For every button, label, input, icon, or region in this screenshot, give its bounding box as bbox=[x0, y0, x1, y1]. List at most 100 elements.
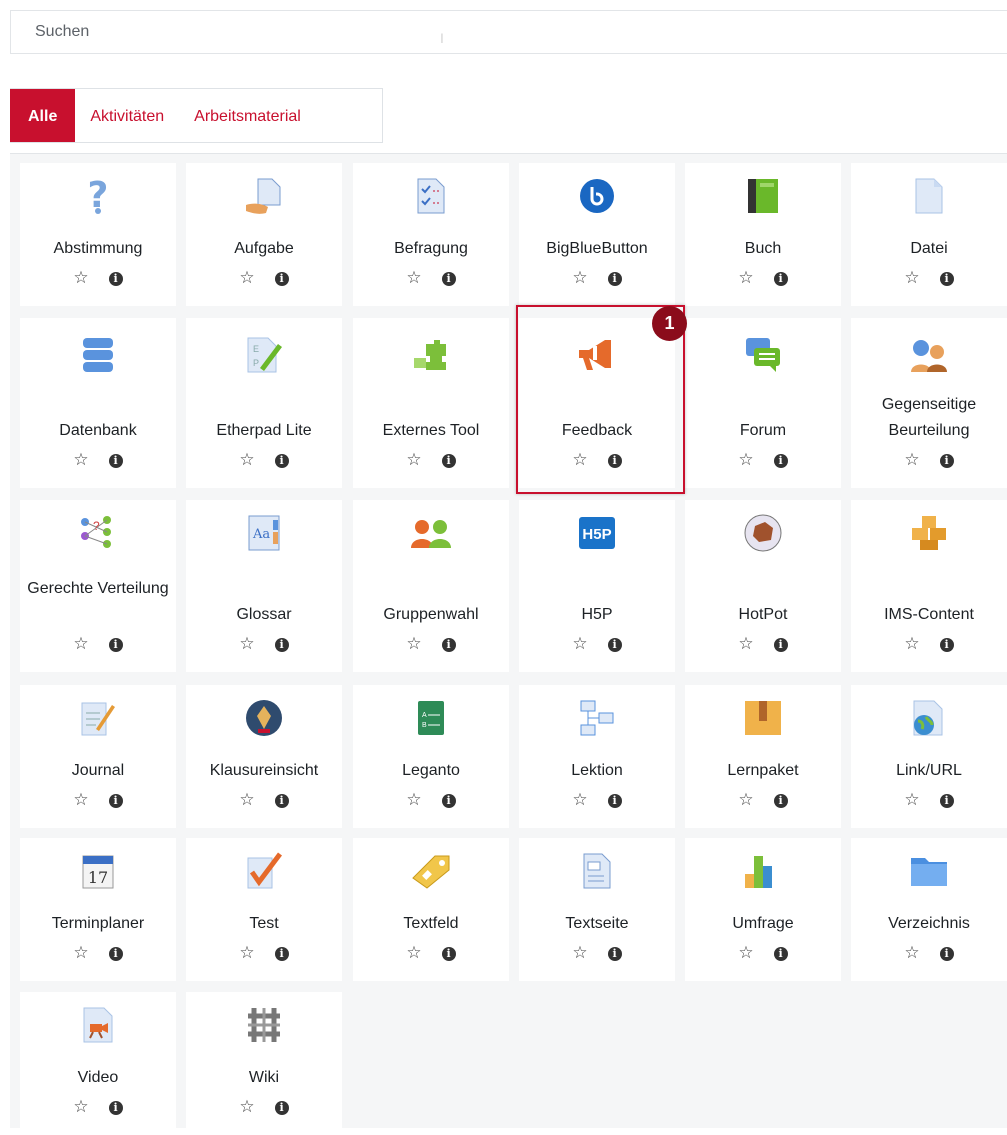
star-outline-icon[interactable]: ☆ bbox=[904, 790, 919, 810]
module-tile-video[interactable]: Video ☆ i bbox=[20, 992, 176, 1135]
module-tile-buch[interactable]: Buch ☆ i bbox=[685, 163, 841, 306]
star-outline-icon[interactable]: ☆ bbox=[73, 450, 88, 470]
module-tile-gruppenwahl[interactable]: Gruppenwahl ☆ i bbox=[353, 500, 509, 672]
module-tile-terminplaner[interactable]: 17 Terminplaner ☆ i bbox=[20, 838, 176, 981]
info-icon[interactable]: i bbox=[274, 272, 289, 286]
info-icon[interactable]: i bbox=[441, 638, 456, 652]
info-icon[interactable]: i bbox=[441, 454, 456, 468]
module-tile-lektion[interactable]: Lektion ☆ i bbox=[519, 685, 675, 828]
star-outline-icon[interactable]: ☆ bbox=[738, 790, 753, 810]
star-outline-icon[interactable]: ☆ bbox=[738, 943, 753, 963]
module-tile-verzeichnis[interactable]: Verzeichnis ☆ i bbox=[851, 838, 1007, 981]
star-outline-icon[interactable]: ☆ bbox=[904, 450, 919, 470]
star-outline-icon[interactable]: ☆ bbox=[738, 634, 753, 654]
info-icon[interactable]: i bbox=[108, 947, 123, 961]
info-icon[interactable]: i bbox=[773, 947, 788, 961]
module-tile-link-url[interactable]: Link/URL ☆ i bbox=[851, 685, 1007, 828]
module-tile-test[interactable]: Test ☆ i bbox=[186, 838, 342, 981]
info-icon[interactable]: i bbox=[441, 947, 456, 961]
info-icon[interactable]: i bbox=[773, 794, 788, 808]
info-icon[interactable]: i bbox=[108, 794, 123, 808]
info-icon[interactable]: i bbox=[108, 1101, 123, 1115]
info-icon[interactable]: i bbox=[274, 638, 289, 652]
module-tile-wiki[interactable]: Wiki ☆ i bbox=[186, 992, 342, 1135]
star-outline-icon[interactable]: ☆ bbox=[73, 790, 88, 810]
info-icon[interactable]: i bbox=[274, 454, 289, 468]
info-icon[interactable]: i bbox=[773, 638, 788, 652]
star-outline-icon[interactable]: ☆ bbox=[239, 943, 254, 963]
module-tile-klausureinsicht[interactable]: Klausureinsicht ☆ i bbox=[186, 685, 342, 828]
info-icon[interactable]: i bbox=[939, 947, 954, 961]
star-outline-icon[interactable]: ☆ bbox=[572, 634, 587, 654]
module-tile-befragung[interactable]: Befragung ☆ i bbox=[353, 163, 509, 306]
star-outline-icon[interactable]: ☆ bbox=[406, 450, 421, 470]
info-icon[interactable]: i bbox=[108, 454, 123, 468]
info-icon[interactable]: i bbox=[607, 272, 622, 286]
info-icon[interactable]: i bbox=[274, 794, 289, 808]
tab-all[interactable]: Alle bbox=[10, 89, 76, 142]
info-icon[interactable]: i bbox=[441, 794, 456, 808]
star-outline-icon[interactable]: ☆ bbox=[239, 450, 254, 470]
info-icon[interactable]: i bbox=[607, 947, 622, 961]
module-tile-abstimmung[interactable]: ? Abstimmung ☆ i bbox=[20, 163, 176, 306]
info-icon[interactable]: i bbox=[441, 272, 456, 286]
star-outline-icon[interactable]: ☆ bbox=[904, 634, 919, 654]
info-icon[interactable]: i bbox=[939, 638, 954, 652]
info-icon[interactable]: i bbox=[607, 638, 622, 652]
star-outline-icon[interactable]: ☆ bbox=[572, 268, 587, 288]
info-icon[interactable]: i bbox=[274, 947, 289, 961]
module-tile-textfeld[interactable]: Textfeld ☆ i bbox=[353, 838, 509, 981]
info-icon[interactable]: i bbox=[274, 1101, 289, 1115]
module-tile-leganto[interactable]: A B Leganto ☆ i bbox=[353, 685, 509, 828]
group-choice-icon bbox=[353, 514, 509, 552]
star-outline-icon[interactable]: ☆ bbox=[738, 268, 753, 288]
star-outline-icon[interactable]: ☆ bbox=[73, 634, 88, 654]
module-tile-gegenseitige-beurteilung[interactable]: Gegenseitige Beurteilung ☆ i bbox=[851, 318, 1007, 488]
star-outline-icon[interactable]: ☆ bbox=[406, 268, 421, 288]
star-outline-icon[interactable]: ☆ bbox=[406, 943, 421, 963]
star-outline-icon[interactable]: ☆ bbox=[406, 634, 421, 654]
info-icon[interactable]: i bbox=[108, 638, 123, 652]
info-icon[interactable]: i bbox=[773, 454, 788, 468]
module-tile-h5p[interactable]: H5P H5P ☆ i bbox=[519, 500, 675, 672]
module-tile-glossar[interactable]: Aa Glossar ☆ i bbox=[186, 500, 342, 672]
module-tile-journal[interactable]: Journal ☆ i bbox=[20, 685, 176, 828]
module-label: IMS-Content bbox=[884, 606, 974, 623]
star-outline-icon[interactable]: ☆ bbox=[73, 943, 88, 963]
tab-activities[interactable]: Aktivitäten bbox=[75, 89, 179, 142]
module-tile-externes-tool[interactable]: Externes Tool ☆ i bbox=[353, 318, 509, 488]
module-tile-etherpad-lite[interactable]: E P Etherpad Lite ☆ i bbox=[186, 318, 342, 488]
star-outline-icon[interactable]: ☆ bbox=[239, 1097, 254, 1117]
module-tile-datenbank[interactable]: Datenbank ☆ i bbox=[20, 318, 176, 488]
tab-resources[interactable]: Arbeitsmaterial bbox=[179, 89, 316, 142]
module-tile-ims-content[interactable]: IMS-Content ☆ i bbox=[851, 500, 1007, 672]
module-tile-lernpaket[interactable]: Lernpaket ☆ i bbox=[685, 685, 841, 828]
star-outline-icon[interactable]: ☆ bbox=[572, 943, 587, 963]
module-tile-aufgabe[interactable]: Aufgabe ☆ i bbox=[186, 163, 342, 306]
info-icon[interactable]: i bbox=[939, 794, 954, 808]
module-tile-umfrage[interactable]: Umfrage ☆ i bbox=[685, 838, 841, 981]
info-icon[interactable]: i bbox=[607, 794, 622, 808]
star-outline-icon[interactable]: ☆ bbox=[239, 790, 254, 810]
module-tile-forum[interactable]: Forum ☆ i bbox=[685, 318, 841, 488]
star-outline-icon[interactable]: ☆ bbox=[239, 634, 254, 654]
star-outline-icon[interactable]: ☆ bbox=[406, 790, 421, 810]
star-outline-icon[interactable]: ☆ bbox=[239, 268, 254, 288]
search-input[interactable] bbox=[11, 11, 1007, 53]
star-outline-icon[interactable]: ☆ bbox=[904, 943, 919, 963]
module-tile-gerechte-verteilung[interactable]: ? Gerechte Verteilung ☆ i bbox=[20, 500, 176, 672]
info-icon[interactable]: i bbox=[773, 272, 788, 286]
info-icon[interactable]: i bbox=[939, 272, 954, 286]
star-outline-icon[interactable]: ☆ bbox=[73, 268, 88, 288]
module-tile-textseite[interactable]: Textseite ☆ i bbox=[519, 838, 675, 981]
info-icon[interactable]: i bbox=[108, 272, 123, 286]
star-outline-icon[interactable]: ☆ bbox=[73, 1097, 88, 1117]
module-tile-hotpot[interactable]: HotPot ☆ i bbox=[685, 500, 841, 672]
star-outline-icon[interactable]: ☆ bbox=[572, 790, 587, 810]
star-outline-icon[interactable]: ☆ bbox=[738, 450, 753, 470]
module-tile-bigbluebutton[interactable]: BigBlueButton ☆ i bbox=[519, 163, 675, 306]
module-tile-datei[interactable]: Datei ☆ i bbox=[851, 163, 1007, 306]
info-icon[interactable]: i bbox=[939, 454, 954, 468]
search-box[interactable] bbox=[10, 10, 1007, 54]
star-outline-icon[interactable]: ☆ bbox=[904, 268, 919, 288]
